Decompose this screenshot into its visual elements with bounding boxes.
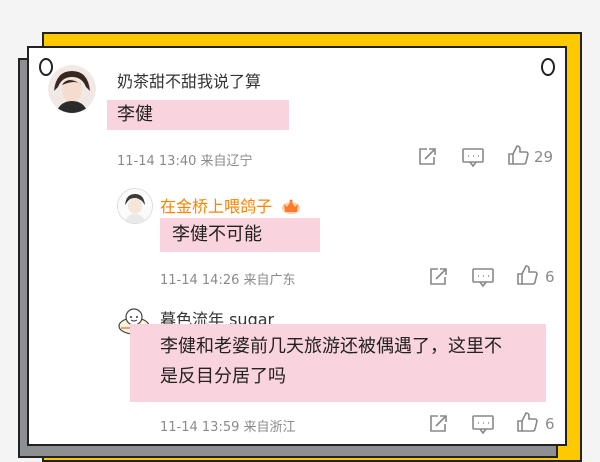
like-count: 6	[545, 268, 555, 286]
avatar[interactable]	[117, 188, 153, 224]
comment-username-text[interactable]: 在金桥上喂鸽子	[160, 197, 272, 216]
crown-badge-icon	[281, 198, 301, 218]
comment-meta: 11-14 14:26 来自广东	[160, 269, 296, 288]
comment-text-line: 是反目分居了吗	[160, 366, 286, 387]
comment-text: 李健和老婆前几天旅游还被偶遇了，这里不 是反目分居了吗	[130, 324, 546, 402]
share-icon[interactable]	[428, 414, 448, 438]
share-icon[interactable]	[428, 267, 448, 291]
comment-text: 李健不可能	[160, 218, 320, 252]
comment-location: 来自浙江	[243, 420, 296, 435]
card-hole-left	[39, 58, 53, 76]
comment-time: 11-14 14:26	[160, 273, 240, 288]
comment-icon[interactable]	[472, 415, 494, 439]
comment-meta: 11-14 13:59 来自浙江	[160, 416, 296, 435]
comment-text-line: 李健和老婆前几天旅游还被偶遇了，这里不	[160, 336, 502, 357]
comment-time: 11-14 13:40	[117, 154, 197, 169]
card-hole-right	[541, 58, 555, 76]
comment-meta: 11-14 13:40 来自辽宁	[117, 150, 253, 169]
like-count: 6	[545, 415, 555, 433]
comment-location: 来自辽宁	[200, 154, 253, 169]
like-icon[interactable]	[516, 264, 538, 290]
comment-text: 李健	[107, 100, 289, 130]
like-icon[interactable]	[507, 144, 529, 170]
comment-time: 11-14 13:59	[160, 420, 240, 435]
like-count: 29	[534, 148, 554, 166]
comment-icon[interactable]	[462, 148, 484, 172]
comment-username[interactable]: 奶茶甜不甜我说了算	[117, 68, 261, 92]
comment-username[interactable]: 在金桥上喂鸽子	[160, 193, 301, 218]
comment-icon[interactable]	[472, 268, 494, 292]
comment-card: 奶茶甜不甜我说了算 李健 11-14 13:40 来自辽宁 29 在金桥上喂鸽子	[27, 46, 567, 446]
comment-location: 来自广东	[243, 273, 296, 288]
share-icon[interactable]	[417, 147, 437, 171]
avatar[interactable]	[48, 65, 96, 113]
like-icon[interactable]	[516, 411, 538, 437]
